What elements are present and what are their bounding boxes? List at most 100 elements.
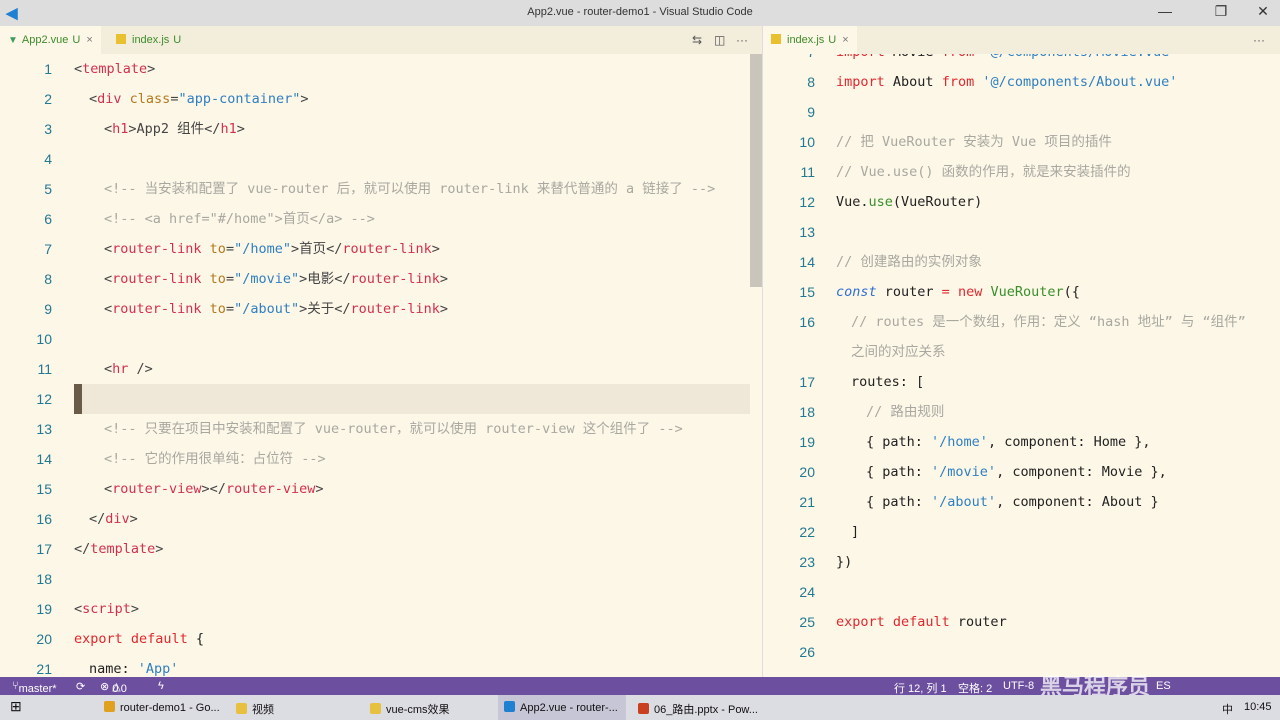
code-line[interactable]: 11 // Vue.use() 函数的作用，就是来安装插件的: [763, 157, 1280, 187]
code-token: <: [74, 61, 83, 77]
problems-indicator[interactable]: ⊗ 0 △ 0: [100, 680, 127, 695]
code-line[interactable]: 7 import Movie from '@/components/Movie.v…: [763, 54, 1280, 67]
code-line[interactable]: 10: [0, 324, 762, 354]
code-line[interactable]: 5 <!-- 当安装和配置了 vue-router 后，就可以使用 router-…: [0, 174, 762, 204]
code-text: import About from '@/components/About.vu…: [836, 67, 1177, 97]
code-line[interactable]: 11 <hr />: [0, 354, 762, 384]
code-line[interactable]: 14 // 创建路由的实例对象: [763, 247, 1280, 277]
code-line[interactable]: 21 { path: '/about', component: About }: [763, 487, 1280, 517]
code-line[interactable]: 16 // routes 是一个数组，作用：定义 “hash 地址” 与 “组件”: [763, 307, 1280, 337]
tab-app2-vue[interactable]: ▼ App2.vue U ×: [0, 26, 101, 54]
close-window-button[interactable]: ✕: [1240, 3, 1280, 20]
code-line[interactable]: 17 </template>: [0, 534, 762, 564]
code-token: >: [147, 61, 156, 77]
sync-icon[interactable]: ⟳: [76, 680, 85, 693]
code-token: About: [884, 74, 942, 90]
code-text: // 创建路由的实例对象: [836, 247, 982, 277]
code-line[interactable]: 4: [0, 144, 762, 174]
code-line[interactable]: 19 { path: '/home', component: Home },: [763, 427, 1280, 457]
bolt-icon[interactable]: ϟ: [158, 680, 164, 692]
line-number: 10: [36, 331, 52, 347]
line-number: 3: [44, 121, 52, 137]
code-token: ></: [201, 481, 226, 497]
line-number: 19: [36, 601, 52, 617]
minimize-button[interactable]: —: [1142, 3, 1188, 19]
left-scrollbar[interactable]: [750, 54, 762, 287]
code-token: // routes 是一个数组，作用：定义 “hash 地址” 与 “组件”: [851, 314, 1246, 330]
code-line[interactable]: 6 <!-- <a href="#/home">首页</a> -->: [0, 204, 762, 234]
taskbar-item[interactable]: App2.vue - router-...: [498, 695, 626, 720]
code-line[interactable]: 9: [763, 97, 1280, 127]
code-line[interactable]: 17 routes: [: [763, 367, 1280, 397]
code-text: </template>: [74, 534, 163, 564]
code-line[interactable]: 12 Vue.use(VueRouter): [763, 187, 1280, 217]
code-line[interactable]: 20 export default {: [0, 624, 762, 654]
code-line[interactable]: 8 <router-link to="/movie">电影</router-lin…: [0, 264, 762, 294]
code-token: >: [129, 511, 138, 527]
code-line[interactable]: 25 export default router: [763, 607, 1280, 637]
code-line[interactable]: 13: [763, 217, 1280, 247]
code-line[interactable]: 18: [0, 564, 762, 594]
code-token: script: [82, 601, 131, 617]
taskbar-item[interactable]: 06_路由.pptx - Pow...: [632, 695, 760, 720]
code-text: export default router: [836, 607, 1007, 637]
code-token: 之间的对应关系: [851, 344, 946, 360]
code-line[interactable]: 21 name: 'App': [0, 654, 762, 677]
right-editor[interactable]: 7 import Movie from '@/components/Movie.v…: [763, 54, 1280, 677]
code-token: , component: Home },: [987, 434, 1151, 450]
code-line[interactable]: 2 <div class="app-container">: [0, 84, 762, 114]
more-actions-icon[interactable]: ···: [736, 33, 748, 47]
code-line[interactable]: 20 { path: '/movie', component: Movie },: [763, 457, 1280, 487]
close-tab-icon[interactable]: ×: [842, 34, 848, 46]
code-line[interactable]: 22]: [763, 517, 1280, 547]
cursor-position[interactable]: 行 12, 列 1: [894, 680, 947, 696]
encoding[interactable]: UTF-8: [1003, 680, 1034, 692]
code-token: '/home': [931, 434, 988, 450]
language-mode[interactable]: ES: [1156, 680, 1171, 692]
taskbar-item[interactable]: 视频: [230, 695, 358, 720]
code-token: <: [89, 91, 98, 107]
js-icon: [771, 34, 781, 44]
line-number: 16: [36, 511, 52, 527]
code-line[interactable]: 16 </div>: [0, 504, 762, 534]
taskbar-item[interactable]: vue-cms效果: [364, 695, 492, 720]
branch-indicator[interactable]: ⑂ master*: [12, 680, 57, 695]
code-line[interactable]: 8 import About from '@/components/About.v…: [763, 67, 1280, 97]
clock[interactable]: 10:45: [1244, 695, 1272, 720]
code-line[interactable]: 26: [763, 637, 1280, 667]
left-editor[interactable]: 1 <template> 2 <div class="app-container"> 3…: [0, 54, 762, 677]
code-line[interactable]: 13 <!-- 只要在项目中安装和配置了 vue-router，就可以使用 rou…: [0, 414, 762, 444]
ime-indicator[interactable]: 中: [1222, 695, 1233, 720]
more-actions-icon[interactable]: ···: [1253, 33, 1265, 47]
tab-index-js-right[interactable]: index.js U ×: [763, 26, 857, 54]
code-line[interactable]: 12: [0, 384, 762, 414]
code-line[interactable]: 10 // 把 VueRouter 安装为 Vue 项目的插件: [763, 127, 1280, 157]
code-line[interactable]: 之间的对应关系: [763, 337, 1280, 367]
split-editor-icon[interactable]: ◫: [714, 33, 725, 47]
code-line[interactable]: 9 <router-link to="/about">关于</router-lin…: [0, 294, 762, 324]
start-icon[interactable]: ⊞: [10, 695, 22, 720]
taskbar-item[interactable]: router-demo1 - Go...: [98, 695, 226, 720]
code-line[interactable]: 24: [763, 577, 1280, 607]
code-line[interactable]: 15 const router = new VueRouter({: [763, 277, 1280, 307]
tab-label: index.js: [132, 34, 170, 46]
code-token: use: [868, 194, 893, 210]
restore-button[interactable]: ❐: [1198, 3, 1244, 20]
code-line[interactable]: 1 <template>: [0, 54, 762, 84]
indentation[interactable]: 空格: 2: [958, 680, 992, 696]
window-title: App2.vue - router-demo1 - Visual Studio …: [527, 6, 753, 18]
code-token: const: [836, 284, 877, 300]
taskbar-item-label: 视频: [252, 704, 274, 716]
tab-index-js[interactable]: index.js U: [108, 26, 189, 54]
open-changes-icon[interactable]: ⇆: [692, 33, 702, 47]
code-line[interactable]: 7 <router-link to="/home">首页</router-link…: [0, 234, 762, 264]
code-token: <!-- <a href="#/home">首页</a> -->: [104, 211, 375, 227]
close-tab-icon[interactable]: ×: [86, 34, 92, 46]
code-line[interactable]: 23}): [763, 547, 1280, 577]
code-line[interactable]: 3 <h1>App2 组件</h1>: [0, 114, 762, 144]
code-line[interactable]: 19 <script>: [0, 594, 762, 624]
line-number: 21: [36, 661, 52, 677]
code-line[interactable]: 18 // 路由规则: [763, 397, 1280, 427]
code-line[interactable]: 14 <!-- 它的作用很单纯：占位符 -->: [0, 444, 762, 474]
code-line[interactable]: 15 <router-view></router-view>: [0, 474, 762, 504]
